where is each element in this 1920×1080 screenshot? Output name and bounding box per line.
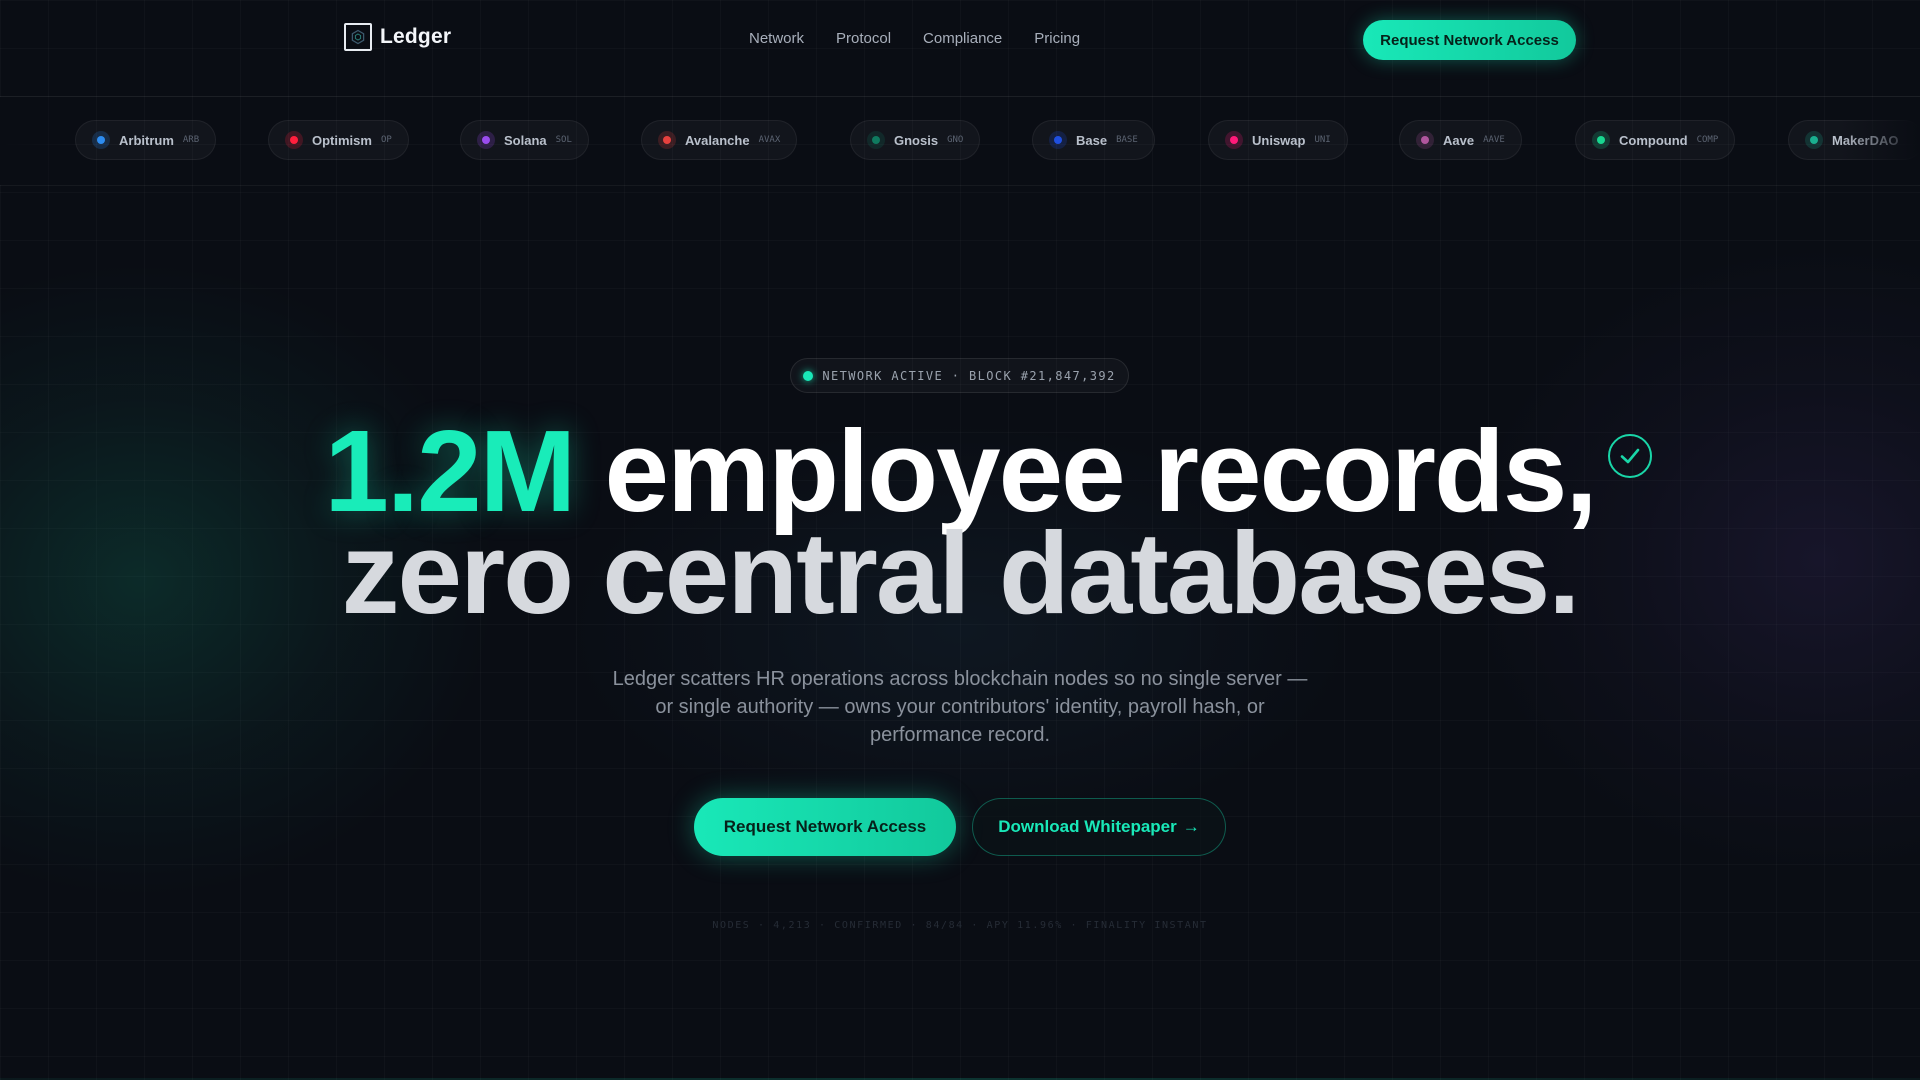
top-nav: Ledger Network Protocol Compliance Prici…	[0, 0, 1920, 97]
chain-chip-gnosis[interactable]: Gnosis GNO	[850, 120, 981, 160]
arrow-right-icon: →	[1182, 817, 1200, 836]
nav-link-compliance[interactable]: Compliance	[923, 30, 1002, 47]
hexagon-icon	[344, 23, 372, 51]
chain-ticker: Arbitrum ARB Optimism OP Solana SOL Aval…	[0, 97, 1920, 186]
chain-name: Compound	[1619, 132, 1688, 148]
network-status-text: NETWORK ACTIVE · BLOCK #21,847,392	[822, 368, 1116, 383]
landing-page: Ledger Network Protocol Compliance Prici…	[0, 0, 1920, 1080]
chain-symbol: BASE	[1116, 135, 1138, 145]
chain-name: Optimism	[312, 132, 372, 148]
chain-dot-icon	[867, 131, 885, 149]
request-access-button[interactable]: Request Network Access	[694, 798, 956, 856]
chain-chip-compound[interactable]: Compound COMP	[1575, 120, 1736, 160]
download-whitepaper-label: Download Whitepaper	[998, 817, 1177, 836]
chain-chip-solana[interactable]: Solana SOL	[460, 120, 589, 160]
chain-chip-arbitrum[interactable]: Arbitrum ARB	[75, 120, 217, 160]
chain-symbol: OP	[380, 135, 392, 145]
chain-chip-avalanche[interactable]: Avalanche AVAX	[641, 120, 798, 160]
chain-dot-icon	[1592, 131, 1610, 149]
brand-logo[interactable]: Ledger	[344, 23, 451, 51]
chain-name: Avalanche	[685, 132, 750, 148]
chain-name: Gnosis	[894, 132, 939, 148]
chain-symbol: UNI	[1314, 135, 1331, 145]
status-dot-icon	[803, 370, 814, 381]
chain-name: Aave	[1443, 132, 1475, 148]
chain-chip-base[interactable]: Base BASE	[1032, 120, 1155, 160]
check-circle-icon	[1608, 434, 1652, 478]
chain-dot-icon	[1049, 131, 1067, 149]
network-status-pill: NETWORK ACTIVE · BLOCK #21,847,392	[790, 358, 1129, 393]
chain-symbol: AVAX	[758, 135, 781, 145]
chain-chip-makerdao[interactable]: MakerDAO	[1788, 120, 1920, 160]
chain-symbol: GNO	[947, 135, 964, 145]
nav-link-protocol[interactable]: Protocol	[836, 30, 891, 47]
hero-subtitle: Ledger scatters HR operations across blo…	[612, 668, 1308, 746]
chain-name: Base	[1076, 132, 1108, 148]
nav-request-access-button[interactable]: Request Network Access	[1363, 20, 1576, 60]
nav-links: Network Protocol Compliance Pricing	[749, 30, 1080, 47]
chain-chip-uniswap[interactable]: Uniswap UNI	[1208, 120, 1348, 160]
network-stats-strip: NODES · 4,213 · CONFIRMED · 84/84 · APY …	[712, 920, 1208, 931]
ticker-fade-left	[0, 97, 80, 185]
chain-symbol: ARB	[182, 135, 200, 145]
chain-symbol: AAVE	[1483, 135, 1505, 145]
chain-dot-icon	[477, 131, 495, 149]
chain-name: Uniswap	[1252, 132, 1306, 148]
chain-dot-icon	[92, 131, 110, 149]
chain-dot-icon	[1416, 131, 1434, 149]
chain-name: Solana	[504, 132, 547, 148]
chain-symbol: SOL	[555, 135, 572, 145]
brand-name: Ledger	[380, 25, 452, 48]
chain-dot-icon	[1805, 131, 1823, 149]
chain-name: MakerDAO	[1832, 132, 1899, 148]
nav-link-pricing[interactable]: Pricing	[1034, 30, 1080, 47]
chain-dot-icon	[285, 131, 303, 149]
headline-line2: zero central databases.	[341, 508, 1580, 638]
chain-chip-aave[interactable]: Aave AAVE	[1399, 120, 1522, 160]
chain-dot-icon	[658, 131, 676, 149]
chain-name: Arbitrum	[119, 132, 174, 148]
chain-symbol: COMP	[1696, 135, 1719, 145]
nav-link-network[interactable]: Network	[749, 30, 804, 47]
chain-chip-optimism[interactable]: Optimism OP	[268, 120, 409, 160]
chain-dot-icon	[1225, 131, 1243, 149]
download-whitepaper-button[interactable]: Download Whitepaper →	[972, 798, 1226, 856]
